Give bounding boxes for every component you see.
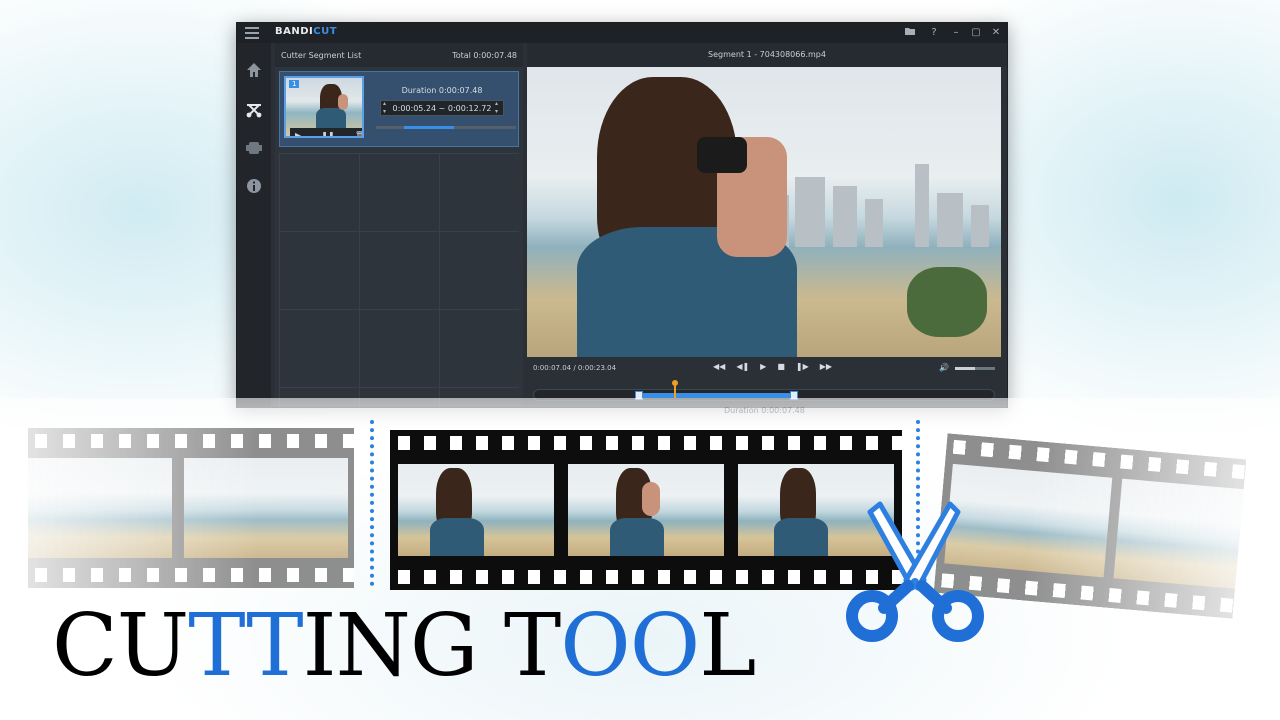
scissors-icon (846, 501, 984, 642)
hamburger-menu-icon[interactable] (245, 27, 259, 39)
film-frame (184, 458, 348, 558)
cut-line-left (370, 420, 374, 586)
film-strip-left (28, 428, 354, 588)
segment-range-field[interactable]: 0:00:05.24 ~ 0:00:12.72 (380, 100, 504, 116)
sidebar (237, 43, 271, 407)
headline-part: CU (52, 596, 189, 696)
volume-fill (955, 367, 975, 370)
film-frame (396, 462, 556, 558)
segment-delete-icon[interactable]: 🗑 (355, 131, 362, 137)
segment-progress-fill (404, 126, 455, 129)
help-icon[interactable]: ? (927, 26, 941, 40)
segment-item[interactable]: 1 ▶ ❚❚ 🗑 Duration 0:00:07.48 0:00:05.24 … (279, 71, 519, 147)
home-icon[interactable] (245, 61, 263, 79)
film-frame (28, 458, 172, 558)
segment-list-title: Cutter Segment List (281, 50, 362, 60)
prev-frame-icon[interactable]: ◀❚ (736, 362, 749, 371)
player-controls: 0:00:07.04 / 0:00:23.04 ◀◀ ◀❚ ▶ ■ ❚▶ ▶▶ … (527, 357, 1001, 379)
segment-number: 1 (289, 80, 300, 88)
ghost-duration: Duration 0:00:07.48 (724, 406, 805, 415)
logo-cut: CUT (313, 26, 338, 37)
segment-list-header: Cutter Segment List Total 0:00:07.48 (275, 43, 523, 67)
segment-thumbnail[interactable]: 1 ▶ ❚❚ 🗑 (284, 76, 364, 138)
volume-slider[interactable] (955, 367, 995, 370)
playhead[interactable] (672, 380, 679, 400)
headline-part: L (699, 596, 756, 696)
logo-bandi: BANDI (275, 26, 314, 37)
segment-play-icon[interactable]: ▶ (295, 131, 301, 137)
cut-icon[interactable] (245, 101, 263, 119)
preview-panel: Segment 1 - 704308066.mp4 0:00:07.04 / 0… (527, 43, 1007, 407)
segment-list-panel: Cutter Segment List Total 0:00:07.48 1 ▶… (275, 43, 523, 407)
woman-with-camera (567, 77, 807, 357)
headline-part-blue: OO (560, 596, 700, 696)
folder-icon[interactable] (903, 26, 917, 40)
headline-part-blue: TT (188, 596, 303, 696)
info-icon[interactable] (245, 177, 263, 195)
segment-pause-icon[interactable]: ❚❚ (321, 131, 334, 137)
film-frame (566, 462, 726, 558)
app-logo: BANDICUT (275, 26, 337, 37)
bandicut-window: BANDICUT ? – ▢ ✕ Cutter Segment List Tot… (236, 22, 1008, 408)
playback-time: 0:00:07.04 / 0:00:23.04 (533, 364, 617, 372)
film-strip-main (390, 430, 902, 590)
preview-title: Segment 1 - 704308066.mp4 (527, 43, 1007, 67)
volume-icon[interactable]: 🔊 (939, 363, 949, 372)
segment-progress-bar (376, 126, 516, 129)
headline-cutting-tool: CUTTING TOOL (52, 596, 756, 696)
film-frame (1113, 478, 1247, 590)
segment-total: Total 0:00:07.48 (452, 50, 517, 60)
maximize-icon[interactable]: ▢ (969, 26, 983, 40)
video-preview[interactable] (527, 67, 1001, 357)
stop-icon[interactable]: ■ (777, 362, 785, 371)
prev-segment-icon[interactable]: ◀◀ (713, 362, 725, 371)
segment-tools: ▶ ❚❚ 🗑 (290, 128, 362, 137)
encode-icon[interactable] (245, 139, 263, 157)
next-frame-icon[interactable]: ❚▶ (796, 362, 809, 371)
close-icon[interactable]: ✕ (989, 26, 1003, 40)
play-icon[interactable]: ▶ (760, 362, 766, 371)
segment-duration: Duration 0:00:07.48 (401, 86, 483, 95)
title-bar: BANDICUT ? – ▢ ✕ (237, 23, 1007, 43)
minimize-icon[interactable]: – (949, 26, 963, 40)
headline-part: ING T (302, 596, 562, 696)
empty-segment-grid (279, 153, 519, 407)
next-segment-icon[interactable]: ▶▶ (820, 362, 832, 371)
